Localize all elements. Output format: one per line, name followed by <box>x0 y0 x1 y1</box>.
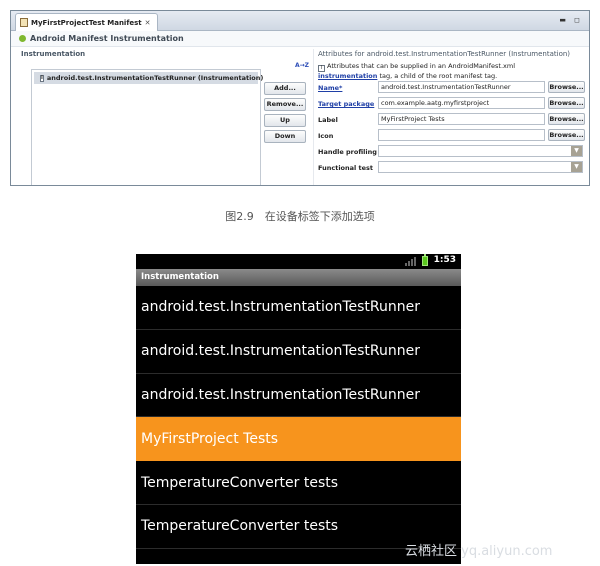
remove-button[interactable]: Remove... <box>264 98 306 111</box>
down-button[interactable]: Down <box>264 130 306 143</box>
watermark: 云栖社区 yq.aliyun.com <box>405 544 553 559</box>
attr-name-input[interactable]: android.test.InstrumentationTestRunner <box>378 81 545 93</box>
attr-row-icon: Icon Browse... <box>318 129 585 142</box>
attr-name-label[interactable]: Name* <box>318 84 342 92</box>
instrumentation-icon: I <box>40 74 44 82</box>
info-icon: I <box>318 65 325 72</box>
list-item[interactable]: MyFirstProject Tests <box>136 417 461 462</box>
chevron-down-icon[interactable]: ▼ <box>571 162 582 172</box>
window-controls[interactable]: ▬ ◻ <box>559 16 583 24</box>
list-item[interactable]: TemperatureConverter tests <box>136 461 461 505</box>
editor-header: Android Manifest Instrumentation <box>11 31 589 47</box>
tab-manifest[interactable]: MyFirstProjectTest Manifest ✕ <box>15 13 158 31</box>
status-bar: 1:53 <box>136 254 461 269</box>
attr-row-label: Label MyFirstProject Tests Browse... <box>318 113 585 126</box>
attr-label-label: Label <box>318 116 338 124</box>
attr-functional-test-label: Functional test <box>318 164 374 172</box>
add-button[interactable]: Add... <box>264 82 306 95</box>
attr-label-browse-button[interactable]: Browse... <box>548 113 585 125</box>
attr-name-browse-button[interactable]: Browse... <box>548 81 585 93</box>
tree-item-label: android.test.InstrumentationTestRunner (… <box>46 74 264 82</box>
chevron-down-icon[interactable]: ▼ <box>571 146 582 156</box>
attr-target-package-browse-button[interactable]: Browse... <box>548 97 585 109</box>
attributes-title: Attributes for android.test.Instrumentat… <box>318 50 571 58</box>
instrumentation-section-label: Instrumentation <box>21 50 86 58</box>
attr-label-input[interactable]: MyFirstProject Tests <box>378 113 545 125</box>
attr-target-package-label[interactable]: Target package <box>318 100 374 108</box>
manifest-editor: MyFirstProjectTest Manifest ✕ ▬ ◻ Androi… <box>10 10 590 186</box>
attr-handle-profiling-label: Handle profiling <box>318 148 377 156</box>
attr-icon-browse-button[interactable]: Browse... <box>548 129 585 141</box>
attr-handle-profiling-combo[interactable]: ▼ <box>378 145 583 157</box>
list-item[interactable]: android.test.InstrumentationTestRunner <box>136 374 461 418</box>
tree-item-instrumentation[interactable]: I android.test.InstrumentationTestRunner… <box>34 72 263 84</box>
signal-icon <box>405 257 416 266</box>
pane-divider[interactable] <box>313 49 314 185</box>
attr-target-package-input[interactable]: com.example.aatg.myfirstproject <box>378 97 545 109</box>
battery-icon <box>422 254 428 266</box>
instrumentation-list[interactable]: android.test.InstrumentationTestRunner a… <box>136 286 461 549</box>
status-clock: 1:53 <box>433 255 456 265</box>
tab-title: MyFirstProjectTest Manifest <box>31 18 142 27</box>
up-button[interactable]: Up <box>264 114 306 127</box>
attr-row-target-package: Target package com.example.aatg.myfirstp… <box>318 97 585 110</box>
instrumentation-link[interactable]: instrumentation <box>318 72 377 80</box>
android-screen: 1:53 Instrumentation android.test.Instru… <box>136 254 461 564</box>
info-text-1: Attributes that can be supplied in an An… <box>327 62 515 70</box>
android-icon <box>19 35 26 42</box>
attr-row-handle-profiling: Handle profiling ▼ <box>318 145 585 158</box>
attr-icon-input[interactable] <box>378 129 545 141</box>
info-text-2: tag, a child of the root manifest tag. <box>379 72 498 80</box>
attr-row-functional-test: Functional test ▼ <box>318 161 585 174</box>
instrumentation-tree[interactable]: I android.test.InstrumentationTestRunner… <box>31 69 263 185</box>
sort-alpha-icon[interactable]: A→Z <box>295 62 309 69</box>
close-icon[interactable]: ✕ <box>145 19 151 27</box>
list-item[interactable]: android.test.InstrumentationTestRunner <box>136 330 461 374</box>
app-title-bar: Instrumentation <box>136 269 461 286</box>
figure-caption: 图2.9 在设备标签下添加选项 <box>225 210 375 223</box>
page-title: Android Manifest Instrumentation <box>30 34 184 43</box>
attributes-info: I Attributes that can be supplied in an A… <box>318 62 583 81</box>
list-item[interactable]: android.test.InstrumentationTestRunner <box>136 286 461 330</box>
manifest-file-icon <box>20 18 28 27</box>
attr-row-name: Name* android.test.InstrumentationTestRu… <box>318 81 585 94</box>
attr-functional-test-combo[interactable]: ▼ <box>378 161 583 173</box>
editor-tabbar: MyFirstProjectTest Manifest ✕ ▬ ◻ <box>11 11 589 31</box>
attr-icon-label: Icon <box>318 132 334 140</box>
